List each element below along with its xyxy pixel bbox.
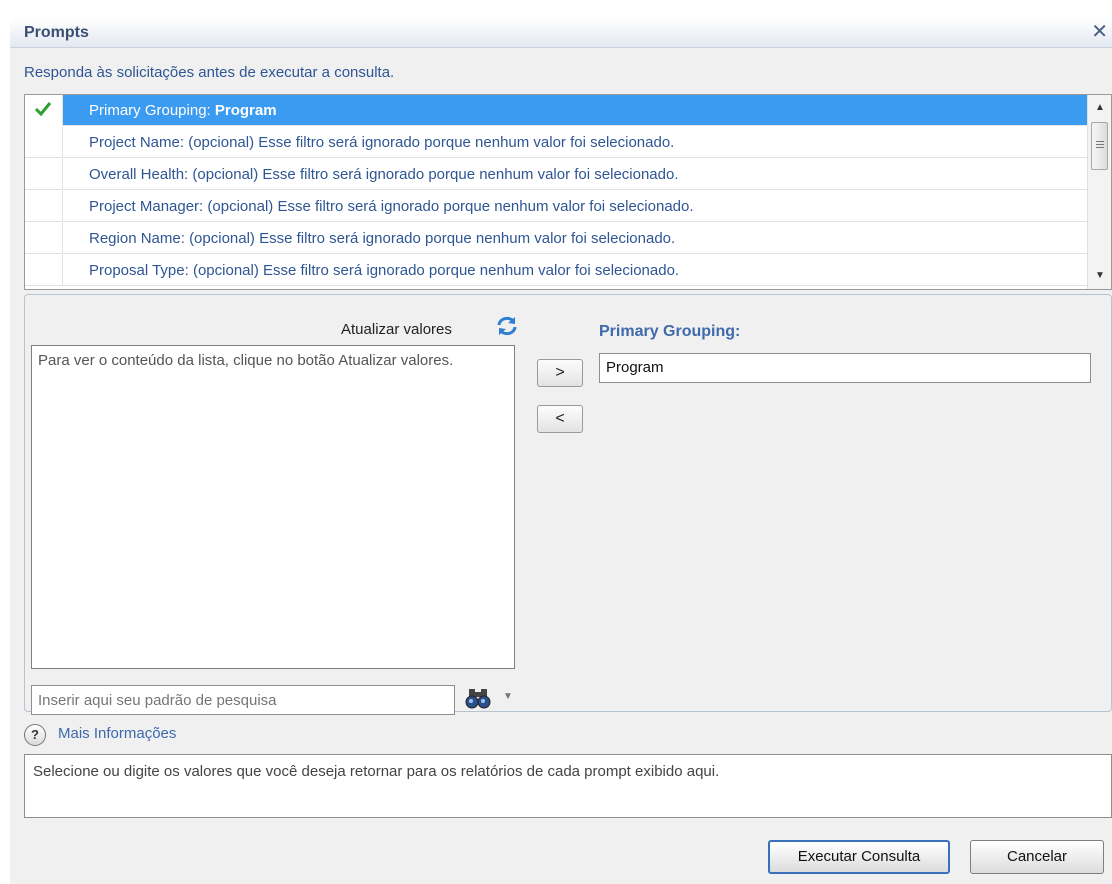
binoculars-icon[interactable] xyxy=(465,685,493,711)
prompt-label: Project Name: xyxy=(89,134,185,151)
prompt-list-scrollbar[interactable]: ▲ ▼ xyxy=(1087,95,1111,289)
add-value-button[interactable]: > xyxy=(537,359,583,387)
prompt-label: Overall Health: xyxy=(89,166,189,183)
search-options-dropdown-icon[interactable]: ▼ xyxy=(503,691,513,702)
remove-value-button[interactable]: < xyxy=(537,405,583,433)
run-query-button[interactable]: Executar Consulta xyxy=(768,840,950,874)
title-bar: Prompts ✕ xyxy=(10,18,1112,48)
prompt-label: Proposal Type: xyxy=(89,262,189,279)
prompt-row-overall-health[interactable]: Overall Health: (opcional) Esse filtro s… xyxy=(25,159,1089,190)
prompt-status-cell xyxy=(25,127,63,158)
scroll-down-icon[interactable]: ▼ xyxy=(1088,267,1111,285)
scroll-up-icon[interactable]: ▲ xyxy=(1088,99,1111,117)
prompt-row-region-name[interactable]: Region Name: (opcional) Esse filtro será… xyxy=(25,223,1089,254)
close-icon[interactable]: ✕ xyxy=(1091,20,1108,44)
values-list-message: Para ver o conteúdo da lista, clique no … xyxy=(38,352,454,369)
prompt-status: (opcional) Esse filtro será ignorado por… xyxy=(192,262,680,279)
prompt-label: Region Name: xyxy=(89,230,185,247)
prompt-label: Primary Grouping: xyxy=(89,102,211,119)
check-icon xyxy=(34,102,52,117)
prompt-row-project-manager[interactable]: Project Manager: (opcional) Esse filtro … xyxy=(25,191,1089,222)
cancel-button[interactable]: Cancelar xyxy=(970,840,1104,874)
prompt-status-cell xyxy=(25,255,63,286)
selected-value-field[interactable]: Program xyxy=(599,353,1091,383)
available-values-list[interactable]: Para ver o conteúdo da lista, clique no … xyxy=(31,345,515,669)
prompt-status-cell xyxy=(25,159,63,190)
prompt-status-cell xyxy=(25,223,63,254)
values-panel: Atualizar valores Para ver o conteúdo da… xyxy=(24,294,1112,715)
refresh-icon[interactable] xyxy=(495,315,519,337)
prompt-value: Program xyxy=(214,102,277,119)
prompt-row-project-name[interactable]: Project Name: (opcional) Esse filtro ser… xyxy=(25,127,1089,158)
scrollbar-thumb[interactable] xyxy=(1091,122,1108,170)
prompts-dialog: Prompts ✕ Responda às solicitações antes… xyxy=(10,18,1112,884)
more-info-text: Selecione ou digite os valores que você … xyxy=(24,754,1112,818)
prompt-list: Primary Grouping: Program Project Name: … xyxy=(24,94,1112,290)
prompt-status: (opcional) Esse filtro será ignorado por… xyxy=(207,198,694,215)
search-input[interactable] xyxy=(31,685,455,715)
prompt-row-proposal-type[interactable]: Proposal Type: (opcional) Esse filtro se… xyxy=(25,255,1089,286)
prompt-row-primary-grouping[interactable]: Primary Grouping: Program xyxy=(25,95,1089,126)
prompt-status: (opcional) Esse filtro será ignorado por… xyxy=(192,166,679,183)
more-info-link[interactable]: Mais Informações xyxy=(58,725,176,742)
instruction-text: Responda às solicitações antes de execut… xyxy=(24,64,395,81)
prompt-status: (opcional) Esse filtro será ignorado por… xyxy=(189,230,676,247)
prompt-label: Project Manager: xyxy=(89,198,204,215)
prompt-status-cell xyxy=(25,95,63,126)
selected-values-label: Primary Grouping: xyxy=(599,323,741,340)
prompt-status-cell xyxy=(25,191,63,222)
prompt-status: (opcional) Esse filtro será ignorado por… xyxy=(188,134,675,151)
refresh-values-label[interactable]: Atualizar valores xyxy=(341,321,452,338)
dialog-title: Prompts xyxy=(24,24,89,41)
help-icon[interactable]: ? xyxy=(24,724,46,746)
